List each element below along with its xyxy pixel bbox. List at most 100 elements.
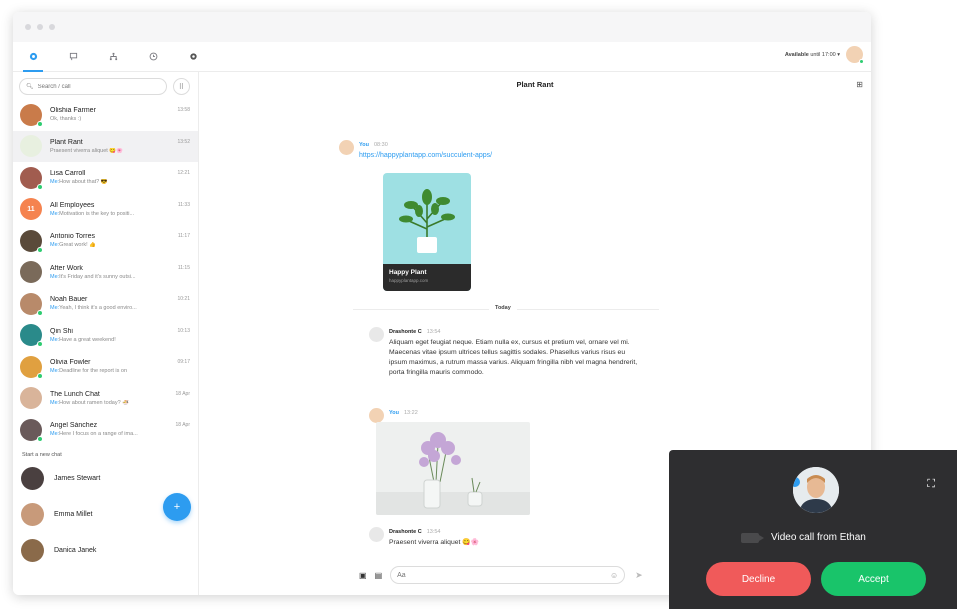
chat-preview: Me:Yeah, I think it's a good enviro... bbox=[50, 305, 192, 311]
avatar bbox=[20, 135, 42, 158]
message-link[interactable]: https://happyplantapp.com/succulent-apps… bbox=[359, 152, 492, 159]
tab-history[interactable] bbox=[133, 42, 173, 72]
avatar-initials: 11 bbox=[27, 205, 35, 213]
chat-name: Lisa Carroll bbox=[50, 170, 86, 178]
search-input[interactable] bbox=[37, 83, 166, 90]
search-icon: 🔍︎ bbox=[26, 84, 34, 90]
contact-item[interactable]: James Stewart bbox=[13, 461, 198, 497]
shared-photo[interactable] bbox=[376, 422, 530, 515]
new-chat-button[interactable]: + bbox=[163, 493, 191, 521]
avatar bbox=[20, 229, 43, 253]
chat-preview: Me:Deadline for the report is on bbox=[50, 368, 192, 374]
contact-item[interactable]: Danica Janek bbox=[13, 533, 198, 569]
avatar bbox=[20, 292, 43, 316]
message-time: 13:54 bbox=[426, 329, 441, 335]
tab-org[interactable] bbox=[93, 42, 133, 72]
dialpad-button[interactable]: ⠿ bbox=[173, 78, 190, 95]
chat-list-item[interactable]: After Work Me:It's Friday and it's sunny … bbox=[13, 257, 198, 289]
chat-time: 09:17 bbox=[177, 359, 190, 365]
caller-photo bbox=[793, 467, 839, 513]
contact-name: James Stewart bbox=[54, 475, 101, 482]
chat-list: Olishia Farmer Ok, thanks :) 13:58 Plant Ra… bbox=[13, 99, 198, 446]
user-avatar[interactable] bbox=[846, 46, 864, 64]
attach-image-button[interactable]: ▣ bbox=[359, 571, 367, 580]
chat-list-item[interactable]: Plant Rant Praesent viverra aliquet 😋🌸 13:… bbox=[13, 130, 198, 162]
chat-preview: Me:Great work! 👍 bbox=[50, 242, 192, 248]
tab-chats[interactable] bbox=[13, 42, 53, 72]
message-drashonte: Drashonte C 13:54 Aliquam eget feugiat ne… bbox=[369, 327, 644, 378]
chat-list-item[interactable]: Ángel Sánchez Me:Here I focus on a range … bbox=[13, 414, 198, 446]
message-body: Aliquam eget feugiat neque. Etiam nulla … bbox=[389, 339, 638, 376]
window-close-dot[interactable] bbox=[25, 24, 31, 30]
tab-settings[interactable] bbox=[173, 42, 213, 72]
accept-button[interactable]: Accept bbox=[821, 562, 926, 596]
window-maximize-dot[interactable] bbox=[49, 24, 55, 30]
contact-name: Emma Millet bbox=[54, 511, 93, 518]
emoji-button[interactable]: ☺ bbox=[610, 571, 618, 580]
chat-name: Noah Bauer bbox=[50, 296, 88, 304]
card-url: happyplantapp.com bbox=[389, 278, 429, 283]
chat-name: All Employees bbox=[50, 201, 95, 209]
attach-file-button[interactable]: ▤ bbox=[375, 571, 383, 580]
card-title: Happy Plant bbox=[389, 269, 427, 276]
chat-preview-me: Me: bbox=[50, 179, 60, 186]
decline-button[interactable]: Decline bbox=[706, 562, 811, 596]
availability-status[interactable]: Available until 17:00 ▾ bbox=[785, 46, 864, 64]
chat-list-item[interactable]: Qin Shi Me:Have a great weekend! 10:13 bbox=[13, 320, 198, 352]
chat-list-item[interactable]: Noah Bauer Me:Yeah, I think it's a good e… bbox=[13, 288, 198, 320]
message-box[interactable]: ☺ bbox=[390, 566, 626, 584]
date-divider-label: Today bbox=[489, 305, 517, 311]
flag-icon bbox=[69, 52, 77, 61]
document-icon: ▤ bbox=[374, 570, 383, 580]
chat-preview-text: Yeah, I think it's a good enviro... bbox=[59, 305, 137, 312]
message-sender: You bbox=[359, 142, 369, 148]
chat-name: Antonio Torres bbox=[50, 233, 96, 241]
incoming-call-card: ⛶ Video call from Ethan Decline Accept bbox=[669, 450, 957, 609]
chat-preview: Me:Motivation is the key to positi... bbox=[50, 211, 192, 217]
clock-icon bbox=[149, 52, 157, 61]
chat-preview-text: How about ramen today? 🍜 bbox=[59, 399, 130, 406]
chat-list-item[interactable]: The Lunch Chat Me:How about ramen today? … bbox=[13, 383, 198, 415]
chat-list-item[interactable]: Olivia Fowler Me:Deadline for the report … bbox=[13, 351, 198, 383]
chat-preview-me: Me: bbox=[50, 273, 60, 280]
avatar: 11 bbox=[20, 198, 42, 221]
tab-messages[interactable] bbox=[53, 42, 93, 72]
chat-list-item[interactable]: 11 All Employees Me:Motivation is the key … bbox=[13, 194, 198, 226]
chat-list-item[interactable]: Lisa Carroll Me:How about that? 😎 12:21 bbox=[13, 162, 198, 194]
avatar bbox=[369, 327, 384, 342]
chat-time: 18 Apr bbox=[175, 422, 190, 428]
chat-preview-me: Me: bbox=[50, 336, 60, 343]
message-sender: You bbox=[389, 410, 399, 416]
message-body: Praesent viverra aliquet 😋🌸 bbox=[389, 539, 480, 546]
chat-preview: Me:How about that? 😎 bbox=[50, 179, 192, 185]
chat-list-item[interactable]: Olishia Farmer Ok, thanks :) 13:58 bbox=[13, 99, 198, 131]
online-indicator bbox=[37, 246, 43, 253]
chat-preview-text: Have a great weekend! bbox=[59, 336, 116, 343]
chat-name: The Lunch Chat bbox=[50, 390, 100, 398]
chat-name: After Work bbox=[50, 264, 83, 272]
top-nav: Available until 17:00 ▾ bbox=[13, 42, 871, 72]
avatar bbox=[20, 387, 42, 410]
avatar bbox=[21, 467, 44, 490]
message-input[interactable] bbox=[397, 571, 598, 579]
chat-preview: Praesent viverra aliquet 😋🌸 bbox=[50, 148, 192, 154]
gear-icon bbox=[189, 53, 197, 60]
avatar bbox=[369, 408, 384, 423]
link-preview-card[interactable]: Happy Plant happyplantapp.com bbox=[383, 173, 471, 291]
online-indicator bbox=[37, 183, 43, 190]
search-box[interactable]: 🔍︎ bbox=[19, 78, 167, 95]
chat-list-item[interactable]: Antonio Torres Me:Great work! 👍 11:17 bbox=[13, 225, 198, 257]
conversation-title: Plant Rant bbox=[516, 80, 554, 89]
online-indicator bbox=[37, 120, 43, 127]
avatar bbox=[20, 324, 43, 348]
fullscreen-button[interactable]: ⛶ bbox=[927, 478, 935, 491]
chat-time: 13:52 bbox=[177, 138, 190, 145]
chat-time: 13:58 bbox=[177, 107, 190, 113]
chat-preview-text: Ok, thanks :) bbox=[50, 116, 82, 123]
conversation-menu-button[interactable]: ⊞ bbox=[856, 80, 863, 89]
send-button[interactable]: ➤ bbox=[635, 570, 643, 581]
window-minimize-dot[interactable] bbox=[37, 24, 43, 30]
chat-preview-me: Me: bbox=[50, 305, 60, 312]
chat-preview-text: Here I focus on a range of ima... bbox=[59, 431, 138, 438]
message-sender: Drashonte C bbox=[389, 329, 422, 335]
